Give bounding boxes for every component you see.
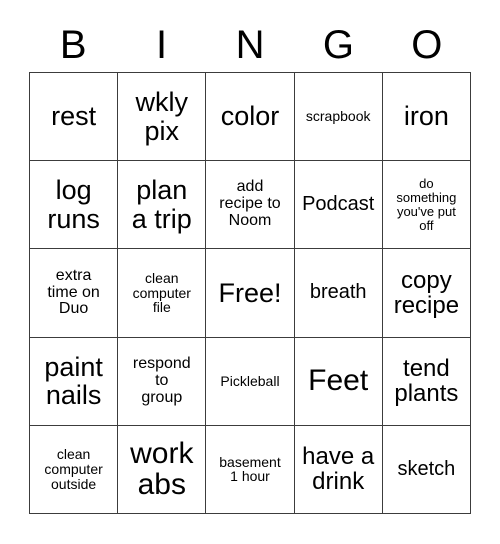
bingo-cell-r3c2[interactable]: clean computer file	[118, 249, 207, 338]
bingo-header: B I N G O	[29, 18, 471, 72]
bingo-cell-r1c3[interactable]: color	[206, 73, 295, 162]
bingo-cell-text: rest	[51, 101, 97, 132]
bingo-cell-text: respond to group	[132, 354, 191, 406]
bingo-cell-text: basement 1 hour	[219, 453, 281, 485]
bingo-cell-r5c2[interactable]: work abs	[118, 425, 207, 514]
bingo-cell-r4c5[interactable]: tend plants	[382, 337, 471, 426]
bingo-cell-text: tend plants	[394, 354, 459, 408]
bingo-cell-r5c1[interactable]: clean computer outside	[30, 425, 119, 514]
bingo-cell-r5c5[interactable]: sketch	[382, 425, 471, 514]
header-letter-i: I	[156, 23, 168, 67]
bingo-cell-text: clean computer file	[132, 269, 191, 316]
bingo-cell-r2c5[interactable]: do something you've put off	[382, 161, 471, 250]
header-letter-b: B	[59, 23, 87, 67]
bingo-cell-r2c4[interactable]: Podcast	[294, 161, 383, 250]
bingo-cell-r4c4[interactable]: Feet	[294, 337, 383, 426]
header-letter-o: O	[411, 23, 443, 67]
bingo-cell-r1c5[interactable]: iron	[382, 73, 471, 162]
bingo-cell-text: do something you've put off	[396, 176, 457, 233]
bingo-grid: rest wkly pix color scrapbook iron log r…	[29, 72, 471, 514]
bingo-cell-text: log runs	[47, 175, 100, 234]
bingo-cell-text: clean computer outside	[44, 446, 103, 492]
bingo-cell-r2c1[interactable]: log runs	[30, 161, 119, 250]
bingo-cell-r2c3[interactable]: add recipe to Noom	[206, 161, 295, 250]
bingo-cell-text: color	[220, 101, 280, 132]
bingo-cell-text: Free!	[218, 277, 282, 308]
bingo-cell-r1c2[interactable]: wkly pix	[118, 73, 207, 162]
bingo-cell-r3c5[interactable]: copy recipe	[382, 249, 471, 338]
bingo-cell-text: scrapbook	[305, 108, 371, 125]
bingo-cell-text: add recipe to Noom	[219, 178, 281, 230]
bingo-cell-text: breath	[309, 281, 367, 304]
bingo-cell-r5c3[interactable]: basement 1 hour	[206, 425, 295, 514]
bingo-cell-r1c4[interactable]: scrapbook	[294, 73, 383, 162]
bingo-cell-r3c1[interactable]: extra time on Duo	[30, 249, 119, 338]
bingo-cell-text: extra time on Duo	[47, 266, 100, 318]
bingo-cell-text: plan a trip	[131, 175, 192, 234]
bingo-cell-text: have a drink	[302, 442, 375, 496]
bingo-card: B I N G O rest wkly pix color scrapbook …	[0, 0, 500, 544]
bingo-cell-text: wkly pix	[135, 86, 189, 146]
header-letter-n: N	[235, 23, 265, 67]
bingo-cell-r4c3[interactable]: Pickleball	[206, 337, 295, 426]
bingo-cell-text: work abs	[130, 436, 194, 502]
bingo-cell-text: Feet	[308, 364, 369, 398]
bingo-cell-r4c1[interactable]: paint nails	[30, 337, 119, 426]
bingo-cell-text: iron	[403, 101, 449, 132]
bingo-cell-r2c2[interactable]: plan a trip	[118, 161, 207, 250]
bingo-cell-r1c1[interactable]: rest	[30, 73, 119, 162]
bingo-cell-text: Podcast	[302, 193, 375, 216]
header-letter-g: G	[322, 23, 354, 67]
bingo-cell-text: copy recipe	[393, 266, 460, 319]
bingo-cell-r4c2[interactable]: respond to group	[118, 337, 207, 426]
bingo-cell-free-space[interactable]: Free!	[206, 249, 295, 338]
bingo-cell-text: paint nails	[44, 351, 103, 411]
bingo-cell-text: sketch	[397, 457, 456, 480]
bingo-cell-r3c4[interactable]: breath	[294, 249, 383, 338]
bingo-cell-text: Pickleball	[220, 372, 280, 389]
bingo-cell-r5c4[interactable]: have a drink	[294, 425, 383, 514]
